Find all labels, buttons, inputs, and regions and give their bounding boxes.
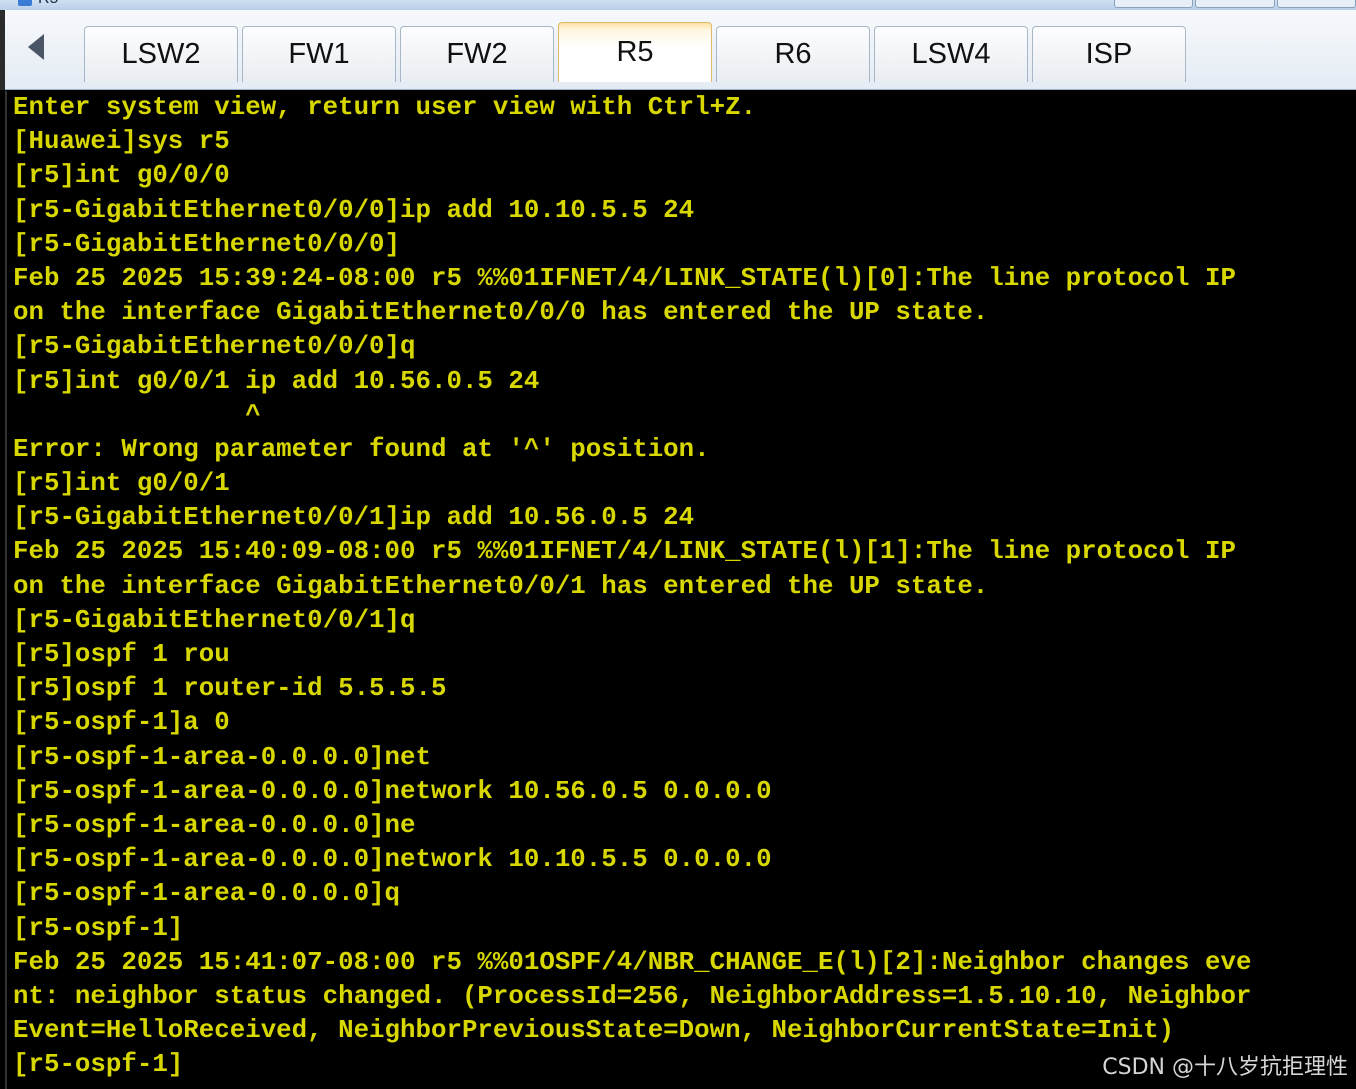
console-line: [r5-ospf-1-area-0.0.0.0]q xyxy=(13,879,401,909)
console-line: Enter system view, return user view with… xyxy=(13,93,757,122)
console-line: [r5-GigabitEthernet0/0/0]q xyxy=(13,332,416,362)
device-tabs: LSW2 FW1 FW2 R5 R6 LSW4 ISP xyxy=(84,22,1190,84)
app-icon xyxy=(18,0,32,6)
tab-isp[interactable]: ISP xyxy=(1032,26,1186,82)
console-line: [r5-ospf-1] xyxy=(13,913,184,943)
tabbar-edge xyxy=(0,10,5,90)
console-line: Event=HelloReceived, NeighborPreviousSta… xyxy=(13,1016,1175,1046)
watermark: CSDN @十八岁抗拒理性 xyxy=(1100,1049,1350,1081)
console-line: ^ xyxy=(13,400,261,430)
console-line: Feb 25 2025 15:40:09-08:00 r5 %%01IFNET/… xyxy=(13,537,1236,567)
console-line: [Huawei]sys r5 xyxy=(13,127,230,157)
tab-r6[interactable]: R6 xyxy=(716,26,870,82)
console-line: [r5-GigabitEthernet0/0/1]q xyxy=(13,605,416,635)
console-line: Feb 25 2025 15:41:07-08:00 r5 %%01OSPF/4… xyxy=(13,947,1252,977)
console-line: [r5-ospf-1-area-0.0.0.0]network 10.56.0.… xyxy=(13,776,772,806)
terminal-window: R5 LSW2FW1FW2R5R6LSW4ISP Enter system vi… xyxy=(0,0,1356,1089)
console-line: [r5-ospf-1-area-0.0.0.0]net xyxy=(13,742,431,772)
window-controls xyxy=(1112,0,1356,8)
tab-fw2[interactable]: FW2 xyxy=(400,26,554,82)
console-line: [r5]int g0/0/1 ip add 10.56.0.5 24 xyxy=(13,366,540,396)
console-line: [r5]ospf 1 rou xyxy=(13,640,230,669)
console-line: on the interface GigabitEthernet0/0/0 ha… xyxy=(13,298,989,328)
title-bar: R5 xyxy=(0,0,1356,10)
console-line: Error: Wrong parameter found at '^' posi… xyxy=(13,434,710,464)
window-title: R5 xyxy=(38,0,58,8)
console-line: on the interface GigabitEthernet0/0/1 ha… xyxy=(13,571,989,601)
tab-lsw2[interactable]: LSW2 xyxy=(84,26,238,82)
console-line: [r5-GigabitEthernet0/0/0] xyxy=(13,229,401,259)
maximize-button[interactable] xyxy=(1195,0,1275,8)
console-line: [r5-ospf-1-area-0.0.0.0]ne xyxy=(13,810,416,840)
console-line: [r5-ospf-1]a 0 xyxy=(13,708,230,738)
console-line: [r5]int g0/0/0 xyxy=(13,161,230,191)
minimize-button[interactable] xyxy=(1114,0,1194,8)
tab-r5[interactable]: R5 xyxy=(558,22,712,82)
tab-fw1[interactable]: FW1 xyxy=(242,26,396,82)
console-lines: Enter system view, return user view with… xyxy=(13,91,1251,1082)
console-line: [r5-GigabitEthernet0/0/0]ip add 10.10.5.… xyxy=(13,195,695,225)
tab-lsw4[interactable]: LSW4 xyxy=(874,26,1028,82)
console-line: Feb 25 2025 15:39:24-08:00 r5 %%01IFNET/… xyxy=(13,263,1236,293)
console-line: nt: neighbor status changed. (ProcessId=… xyxy=(13,981,1252,1011)
console-line: [r5-ospf-1] xyxy=(13,1050,184,1080)
console-line: [r5-ospf-1-area-0.0.0.0]network 10.10.5.… xyxy=(13,845,772,875)
console-line: [r5-GigabitEthernet0/0/1]ip add 10.56.0.… xyxy=(13,503,695,533)
console-line: [r5]int g0/0/1 xyxy=(13,469,230,499)
tab-bar: LSW2 FW1 FW2 R5 R6 LSW4 ISP xyxy=(0,10,1356,90)
console-output[interactable]: Enter system view, return user view with… xyxy=(5,91,1356,1089)
scroll-left-arrow-icon[interactable] xyxy=(28,34,44,60)
close-button[interactable] xyxy=(1276,0,1356,8)
console-line: [r5]ospf 1 router-id 5.5.5.5 xyxy=(13,674,447,704)
